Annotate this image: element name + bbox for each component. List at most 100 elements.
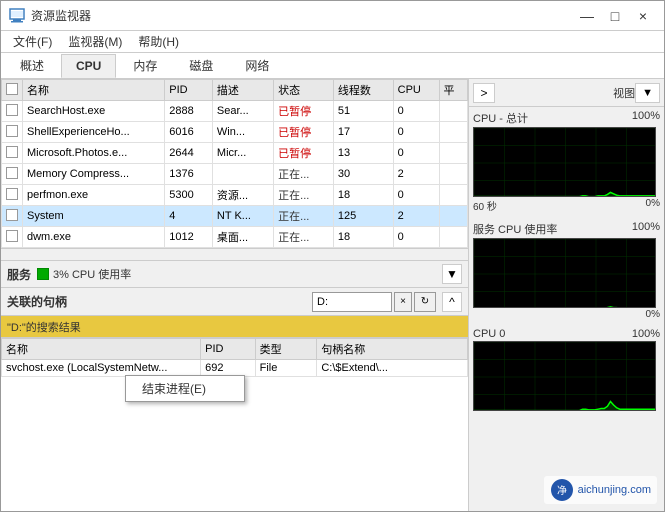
handles-table-container: 名称 PID 类型 句柄名称 svchost.exe (LocalSystemN… [1,338,468,511]
services-expand-button[interactable]: ▼ [442,264,462,284]
row-pid: 2644 [165,143,213,164]
row-checkbox[interactable] [2,122,23,143]
menu-file[interactable]: 文件(F) [5,31,60,52]
row-status: 已暂停 [274,122,334,143]
context-menu-end-process[interactable]: 结束进程(E) [126,376,244,401]
minimize-button[interactable]: — [574,6,600,26]
col-checkbox[interactable] [2,80,23,101]
tab-overview[interactable]: 概述 [5,52,59,78]
table-row[interactable]: ShellExperienceHo... 6016 Win... 已暂停 17 … [2,122,468,143]
graph-footer-0: 60 秒 0% [473,197,660,216]
graph-footer-left-0: 60 秒 [473,198,497,213]
row-pid: 2888 [165,101,213,122]
graph-section-0: CPU - 总计100% 60 秒0% [469,107,664,218]
col-pid[interactable]: PID [165,80,213,101]
process-table: 名称 PID 描述 状态 线程数 CPU 平 SearchHost.exe 28… [1,79,468,248]
table-row[interactable]: SearchHost.exe 2888 Sear... 已暂停 51 0 [2,101,468,122]
row-name: Microsoft.Photos.e... [23,143,165,164]
menu-help[interactable]: 帮助(H) [130,31,187,52]
col-threads[interactable]: 线程数 [333,80,393,101]
handles-header: 关联的句柄 × ↻ ^ [1,288,468,316]
row-desc: 桌面... [212,227,273,248]
row-name: System [23,206,165,227]
view-dropdown-button[interactable]: ▼ [635,83,660,103]
tab-memory[interactable]: 内存 [118,52,172,78]
services-label: 服务 [7,266,31,283]
table-row[interactable]: perfmon.exe 5300 资源... 正在... 18 0 [2,185,468,206]
handles-col-name[interactable]: 名称 [2,339,201,360]
search-refresh-button[interactable]: ↻ [414,292,436,312]
row-threads: 125 [333,206,393,227]
table-row[interactable]: svchost.exe (LocalSystemNetw... 692 File… [2,360,468,377]
table-row[interactable]: System 4 NT K... 正在... 125 2 [2,206,468,227]
row-desc: Micr... [212,143,273,164]
table-row[interactable]: Memory Compress... 1376 正在... 30 2 [2,164,468,185]
col-status[interactable]: 状态 [274,80,334,101]
row-status: 已暂停 [274,101,334,122]
search-input[interactable] [312,292,392,312]
row-name: SearchHost.exe [23,101,165,122]
row-checkbox[interactable] [2,164,23,185]
watermark: 净 aichunjing.com [544,476,657,504]
row-checkbox[interactable] [2,101,23,122]
handle-type: File [255,360,317,377]
row-desc [212,164,273,185]
services-bar[interactable]: 服务 3% CPU 使用率 ▼ [1,260,468,288]
row-name: Memory Compress... [23,164,165,185]
handles-col-type[interactable]: 类型 [255,339,317,360]
graph-footer-right-0: 0% [646,198,660,213]
close-button[interactable]: × [630,6,656,26]
watermark-icon: 净 [550,478,574,502]
row-avg [439,185,468,206]
row-checkbox[interactable] [2,206,23,227]
app-icon [9,8,25,24]
title-left: 资源监视器 [9,7,91,24]
row-cpu: 0 [393,227,439,248]
handles-expand-button[interactable]: ^ [442,292,462,312]
col-avg[interactable]: 平 [439,80,468,101]
graph-title-1: 服务 CPU 使用率100% [473,220,660,238]
row-desc: Sear... [212,101,273,122]
row-threads: 13 [333,143,393,164]
tab-network[interactable]: 网络 [230,52,284,78]
row-threads: 51 [333,101,393,122]
row-avg [439,101,468,122]
table-row[interactable]: dwm.exe 1012 桌面... 正在... 18 0 [2,227,468,248]
row-checkbox[interactable] [2,143,23,164]
tab-cpu[interactable]: CPU [61,54,116,78]
table-row[interactable]: Microsoft.Photos.e... 2644 Micr... 已暂停 1… [2,143,468,164]
graph-svg-0 [474,128,656,197]
graph-footer-right-1: 0% [646,309,660,320]
row-pid: 1376 [165,164,213,185]
cpu-dot-icon [37,268,49,280]
right-expand-button[interactable]: > [473,83,495,103]
col-desc[interactable]: 描述 [212,80,273,101]
row-pid: 1012 [165,227,213,248]
row-checkbox[interactable] [2,227,23,248]
row-avg [439,206,468,227]
row-status: 正在... [274,206,334,227]
search-clear-button[interactable]: × [394,292,412,312]
svg-text:净: 净 [557,484,567,497]
graph-fill-1 [474,307,656,308]
menu-monitor[interactable]: 监视器(M) [60,31,130,52]
graph-label-0: CPU - 总计 [473,110,528,126]
col-name[interactable]: 名称 [23,80,165,101]
handles-col-handle[interactable]: 句柄名称 [317,339,468,360]
process-data-table: 名称 PID 描述 状态 线程数 CPU 平 SearchHost.exe 28… [1,79,468,248]
col-cpu[interactable]: CPU [393,80,439,101]
row-pid: 6016 [165,122,213,143]
search-result-text: "D:"的搜索结果 [7,319,81,335]
maximize-button[interactable]: □ [602,6,628,26]
title-bar: 资源监视器 — □ × [1,1,664,31]
row-checkbox[interactable] [2,185,23,206]
tab-disk[interactable]: 磁盘 [174,52,228,78]
search-result-header: "D:"的搜索结果 [1,316,468,338]
watermark-text: aichunjing.com [578,484,651,496]
row-status: 正在... [274,185,334,206]
row-cpu: 2 [393,206,439,227]
handles-col-pid[interactable]: PID [201,339,255,360]
graph-line-2 [474,402,656,411]
view-label: 视图 [613,85,635,101]
scrollbar-horizontal[interactable] [1,248,468,260]
